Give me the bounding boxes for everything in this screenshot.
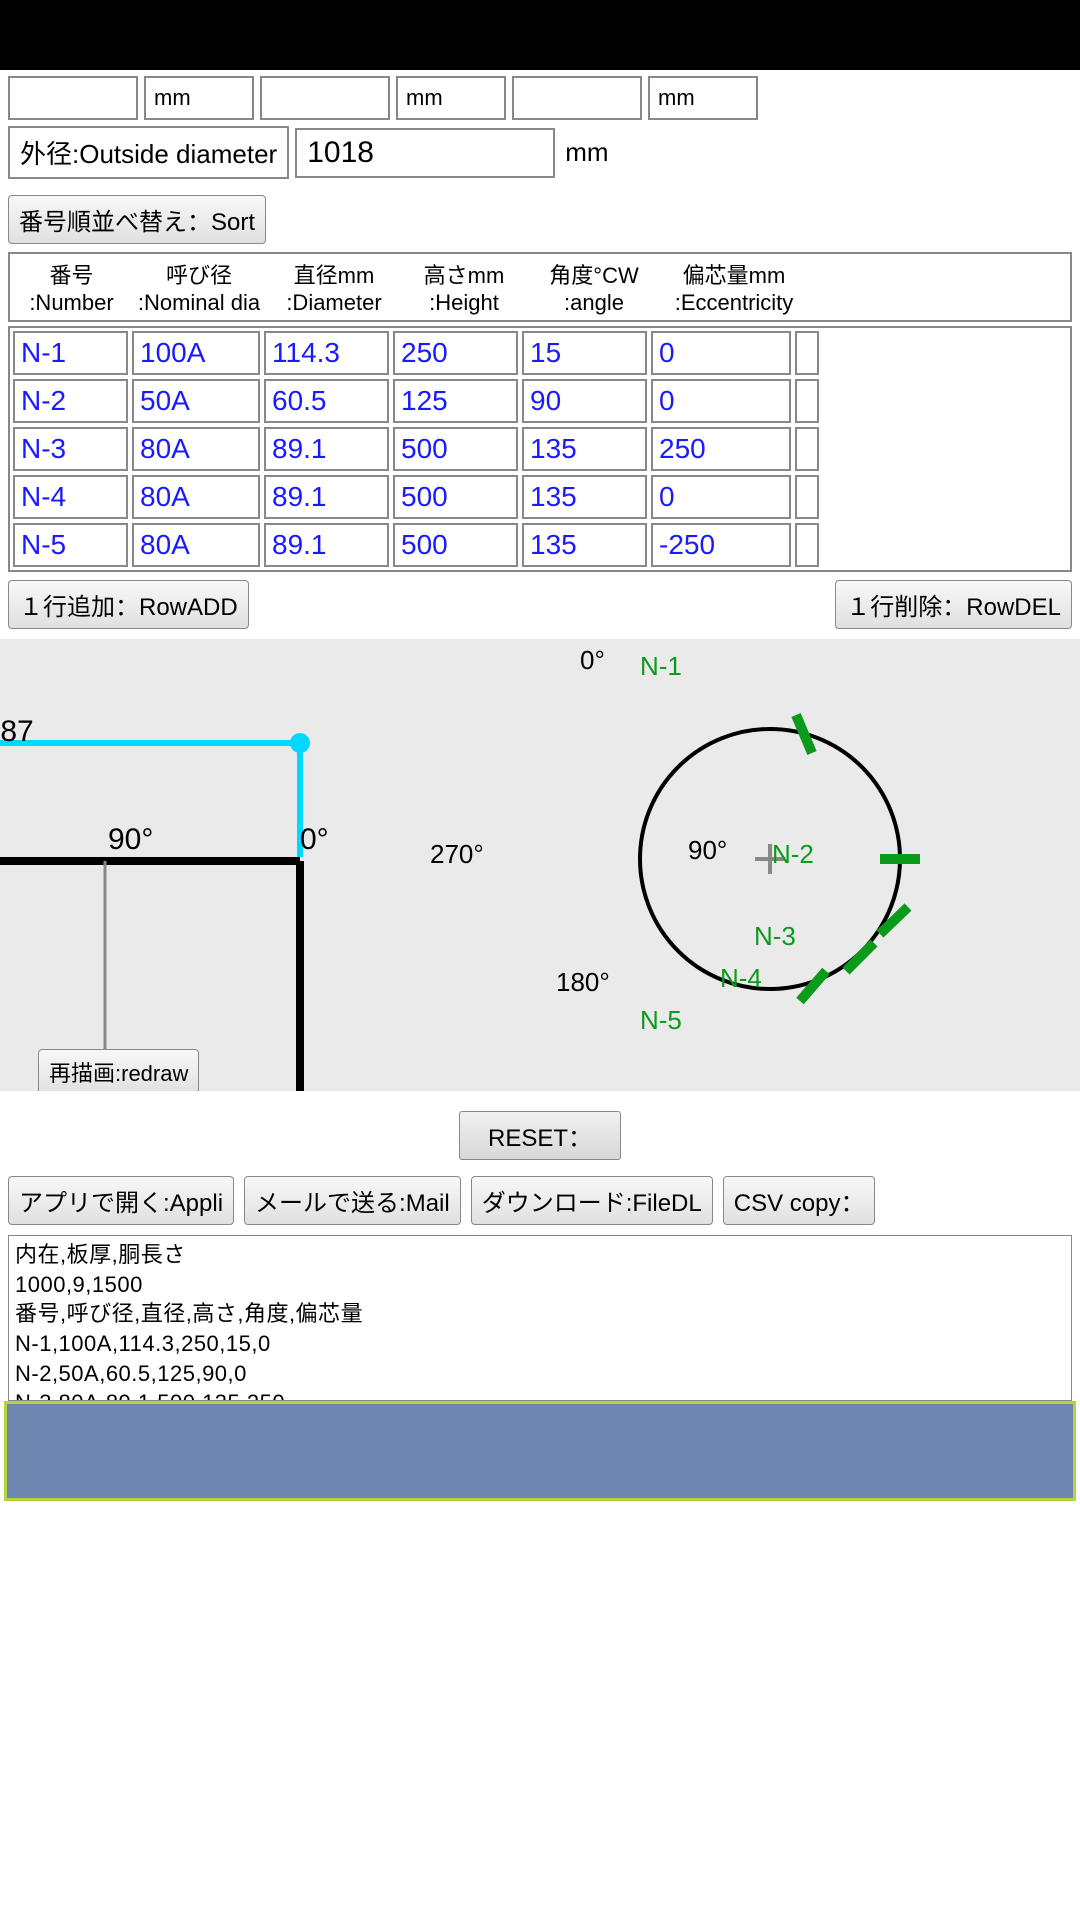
sort-button[interactable]: 番号順並べ替え：Sort [8,195,266,244]
angle-0-label: 0° [300,823,329,857]
diagram-value: .87 [0,715,34,749]
angle-0: 0° [580,645,605,676]
table-row: N-5 80A 89.1 500 135 -250 [13,523,1067,567]
nozzle-n4-label: N-4 [720,963,762,994]
ad-banner[interactable] [4,1401,1076,1501]
angle-90-label: 90° [108,823,153,857]
send-mail-button[interactable]: メールで送る:Mail [244,1176,461,1225]
angle-90: 90° [688,835,727,866]
table-row: N-1 100A 114.3 250 15 0 [13,331,1067,375]
nozzle-n3-label: N-3 [754,921,796,952]
status-bar [0,0,1080,70]
open-app-button[interactable]: アプリで開く:Appli [8,1176,234,1225]
download-button[interactable]: ダウンロード:FileDL [471,1176,713,1225]
row-add-button[interactable]: １行追加：RowADD [8,580,249,629]
csv-textarea[interactable]: 内在,板厚,胴長さ 1000,9,1500 番号,呼び径,直径,高さ,角度,偏芯… [8,1235,1072,1401]
outside-diameter-input[interactable]: 1018 [295,128,555,178]
angle-180: 180° [556,967,610,998]
nozzle-n2-label: N-2 [772,839,814,870]
csv-copy-button[interactable]: CSV copy： [723,1176,876,1225]
nozzle-n1-label: N-1 [640,651,682,682]
outside-diameter-label: 外径:Outside diameter [8,126,289,179]
row-del-button[interactable]: １行削除：RowDEL [835,580,1072,629]
redraw-button[interactable]: 再描画:redraw [38,1049,199,1091]
table-row: N-4 80A 89.1 500 135 0 [13,475,1067,519]
table-row: N-3 80A 89.1 500 135 250 [13,427,1067,471]
diagram-canvas: .87 90° 0° 再描画:redraw 0° 270° 90° 180° N… [0,639,1080,1091]
partial-top-row: mm mm mm [8,76,1072,120]
outside-diameter-unit: mm [561,137,608,168]
development-diagram [0,639,360,1091]
data-table: N-1 100A 114.3 250 15 0 N-2 50A 60.5 125… [8,326,1072,572]
nozzle-n5-label: N-5 [640,1005,682,1036]
table-row: N-2 50A 60.5 125 90 0 [13,379,1067,423]
angle-270: 270° [430,839,484,870]
table-header: 番号:Number 呼び径:Nominal dia 直径mm:Diameter … [8,252,1072,322]
reset-button[interactable]: RESET： [459,1111,621,1160]
